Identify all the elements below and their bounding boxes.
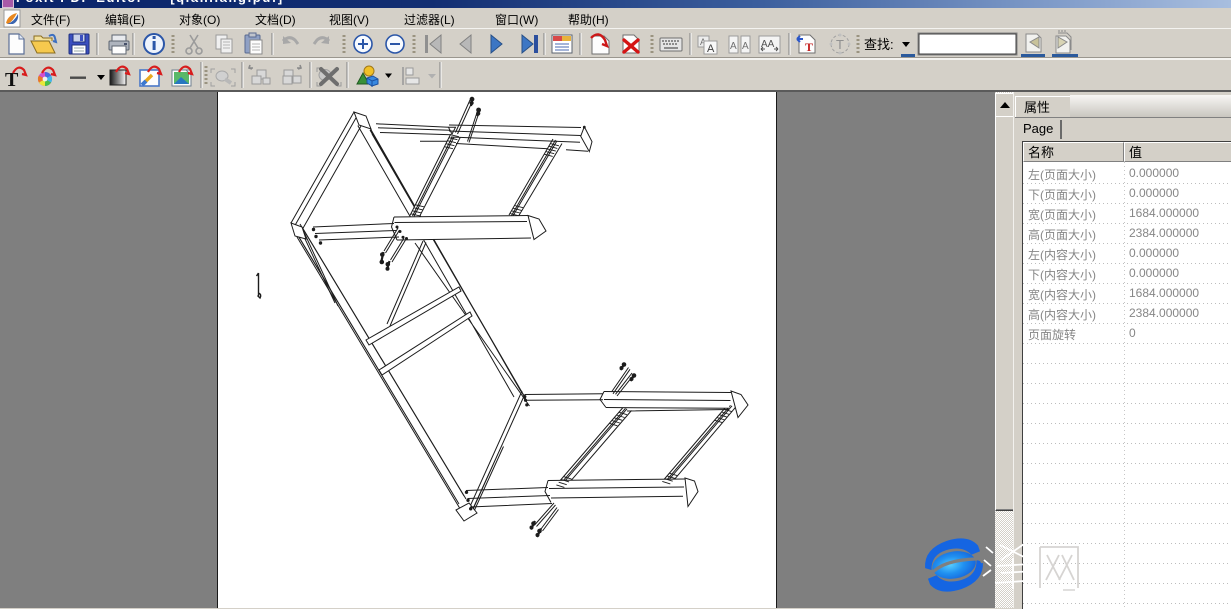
svg-text:T: T — [836, 37, 844, 52]
svg-text:A: A — [707, 43, 715, 55]
svg-text:A: A — [742, 41, 749, 52]
svg-text:T: T — [805, 40, 813, 54]
svg-text:AA: AA — [761, 39, 775, 50]
svg-text:查找:: 查找: — [864, 37, 894, 52]
svg-text:A: A — [730, 41, 737, 52]
svg-text:T: T — [5, 69, 19, 90]
